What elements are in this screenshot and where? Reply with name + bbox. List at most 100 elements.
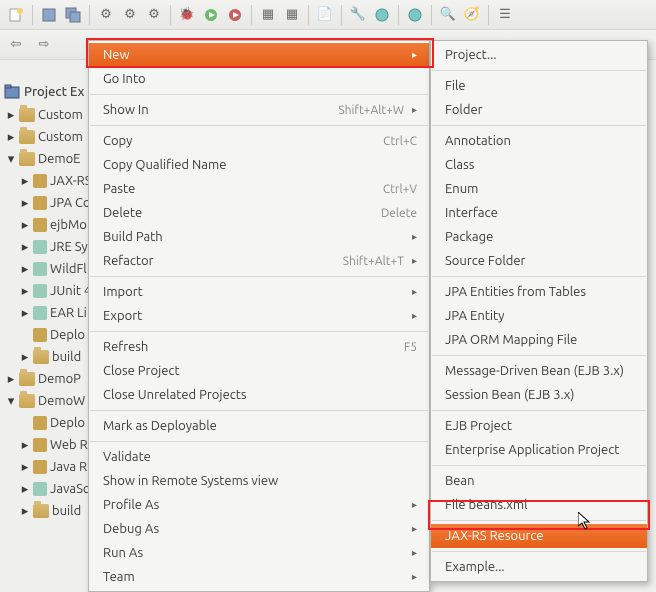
tool-icon[interactable]: ⚙ xyxy=(120,5,140,25)
menu-item[interactable]: Validate xyxy=(89,445,429,469)
run-ext-icon[interactable] xyxy=(225,5,245,25)
menu-item[interactable]: New▸ xyxy=(89,43,429,67)
menu-item[interactable]: Annotation xyxy=(431,129,647,153)
menu-item[interactable]: File xyxy=(431,74,647,98)
twisty-icon[interactable]: ▸ xyxy=(6,132,16,142)
menu-item[interactable]: PasteCtrl+V xyxy=(89,177,429,201)
twisty-icon[interactable]: ▸ xyxy=(6,374,16,384)
new-icon[interactable] xyxy=(6,5,26,25)
menu-item[interactable]: Mark as Deployable xyxy=(89,414,429,438)
twisty-icon[interactable]: ▸ xyxy=(20,506,30,516)
context-menu[interactable]: New▸Go Into Show InShift+Alt+W▸ CopyCtrl+C… xyxy=(88,40,430,592)
tree-item[interactable]: ▸Web R xyxy=(6,434,90,456)
tree-item[interactable]: ▸JAX-RS xyxy=(6,170,90,192)
menu-item[interactable]: Export▸ xyxy=(89,304,429,328)
menu-item[interactable]: JAX-RS Resource xyxy=(431,524,647,548)
menu-item[interactable]: Profile As▸ xyxy=(89,493,429,517)
twisty-icon[interactable]: ▸ xyxy=(6,110,16,120)
menu-item[interactable]: RefactorShift+Alt+T▸ xyxy=(89,249,429,273)
menu-item[interactable]: Project... xyxy=(431,43,647,67)
tree-item[interactable]: Deplo xyxy=(6,324,90,346)
menu-item[interactable]: Import▸ xyxy=(89,280,429,304)
new-server-icon[interactable]: 📄 xyxy=(315,5,335,25)
twisty-icon[interactable]: ▸ xyxy=(20,242,30,252)
tool-icon[interactable]: 🔧 xyxy=(348,5,368,25)
tool-icon[interactable]: ▦ xyxy=(258,5,278,25)
menu-item[interactable]: Go Into xyxy=(89,67,429,91)
menu-item[interactable]: Close Unrelated Projects xyxy=(89,383,429,407)
menu-item[interactable]: Show InShift+Alt+W▸ xyxy=(89,98,429,122)
tree-item[interactable]: ▸Custom xyxy=(6,126,90,148)
tree-item[interactable]: ▾DemoE xyxy=(6,148,90,170)
twisty-icon[interactable]: ▸ xyxy=(20,440,30,450)
menu-item[interactable]: JPA Entity xyxy=(431,304,647,328)
tree-item[interactable]: ▸Custom xyxy=(6,104,90,126)
twisty-icon[interactable]: ▸ xyxy=(20,308,30,318)
new-submenu[interactable]: Project... FileFolder AnnotationClassEnumI… xyxy=(430,40,648,582)
run-icon[interactable] xyxy=(201,5,221,25)
menu-item[interactable]: Enum xyxy=(431,177,647,201)
browser-icon[interactable] xyxy=(405,5,425,25)
tool-icon[interactable]: 🔍 xyxy=(438,5,458,25)
menu-item[interactable]: Session Bean (EJB 3.x) xyxy=(431,383,647,407)
tree-item[interactable]: ▸JavaSc xyxy=(6,478,90,500)
menu-item[interactable]: Message-Driven Bean (EJB 3.x) xyxy=(431,359,647,383)
debug-icon[interactable]: 🐞 xyxy=(177,5,197,25)
twisty-icon[interactable]: ▸ xyxy=(20,176,30,186)
twisty-icon[interactable]: ▸ xyxy=(20,484,30,494)
menu-item[interactable]: Folder xyxy=(431,98,647,122)
twisty-icon[interactable]: ▸ xyxy=(20,352,30,362)
menu-item[interactable]: EJB Project xyxy=(431,414,647,438)
menu-item[interactable]: Build Path▸ xyxy=(89,225,429,249)
menu-item[interactable]: Example... xyxy=(431,555,647,579)
menu-item[interactable]: JPA ORM Mapping File xyxy=(431,328,647,352)
tree-item[interactable]: ▸Java R xyxy=(6,456,90,478)
menu-item[interactable]: File beans.xml xyxy=(431,493,647,517)
menu-item[interactable]: JPA Entities from Tables xyxy=(431,280,647,304)
twisty-icon[interactable] xyxy=(20,418,30,428)
twisty-icon[interactable]: ▸ xyxy=(20,286,30,296)
menu-item[interactable]: Run As▸ xyxy=(89,541,429,565)
twisty-icon[interactable]: ▸ xyxy=(20,264,30,274)
forward-icon[interactable]: ⇨ xyxy=(34,35,54,55)
menu-item[interactable]: Class xyxy=(431,153,647,177)
menu-item[interactable]: CopyCtrl+C xyxy=(89,129,429,153)
back-icon[interactable]: ⇦ xyxy=(6,35,26,55)
save-all-icon[interactable] xyxy=(63,5,83,25)
tree-item[interactable]: ▸DemoP xyxy=(6,368,90,390)
menu-item[interactable]: Package xyxy=(431,225,647,249)
tree-item[interactable]: ▸WildFl xyxy=(6,258,90,280)
tree-item[interactable]: ▸ejbMo xyxy=(6,214,90,236)
tree-item[interactable]: ▸JUnit 4 xyxy=(6,280,90,302)
save-icon[interactable] xyxy=(39,5,59,25)
menu-item[interactable]: Interface xyxy=(431,201,647,225)
menu-item[interactable]: Copy Qualified Name xyxy=(89,153,429,177)
menu-item[interactable]: Enterprise Application Project xyxy=(431,438,647,462)
tree-item[interactable]: ▸build xyxy=(6,346,90,368)
twisty-icon[interactable]: ▸ xyxy=(20,198,30,208)
menu-item[interactable]: RefreshF5 xyxy=(89,335,429,359)
twisty-icon[interactable]: ▾ xyxy=(6,396,16,406)
menu-item[interactable]: Team▸ xyxy=(89,565,429,589)
tool-icon[interactable]: 🧭 xyxy=(462,5,482,25)
tree-item[interactable]: ▾DemoW xyxy=(6,390,90,412)
tree-item[interactable]: ▸EAR Li xyxy=(6,302,90,324)
menu-item[interactable]: Source Folder xyxy=(431,249,647,273)
twisty-icon[interactable]: ▾ xyxy=(6,154,16,164)
tree-item[interactable]: ▸build xyxy=(6,500,90,522)
menu-item[interactable]: DeleteDelete xyxy=(89,201,429,225)
menu-item[interactable]: Debug As▸ xyxy=(89,517,429,541)
menu-item[interactable]: Close Project xyxy=(89,359,429,383)
twisty-icon[interactable]: ▸ xyxy=(20,462,30,472)
browser-icon[interactable] xyxy=(372,5,392,25)
menu-item[interactable]: Bean xyxy=(431,469,647,493)
menu-item[interactable]: Show in Remote Systems view xyxy=(89,469,429,493)
tool-icon[interactable]: ▦ xyxy=(282,5,302,25)
tree-item[interactable]: Deplo xyxy=(6,412,90,434)
tree-item[interactable]: ▸JPA Co xyxy=(6,192,90,214)
tool-icon[interactable]: ☰ xyxy=(495,5,515,25)
tree-item[interactable]: ▸JRE Sy xyxy=(6,236,90,258)
twisty-icon[interactable]: ▸ xyxy=(20,220,30,230)
tool-icon[interactable]: ⚙ xyxy=(144,5,164,25)
project-tree[interactable]: ▸Custom▸Custom▾DemoE▸JAX-RS▸JPA Co▸ejbMo… xyxy=(6,104,90,522)
